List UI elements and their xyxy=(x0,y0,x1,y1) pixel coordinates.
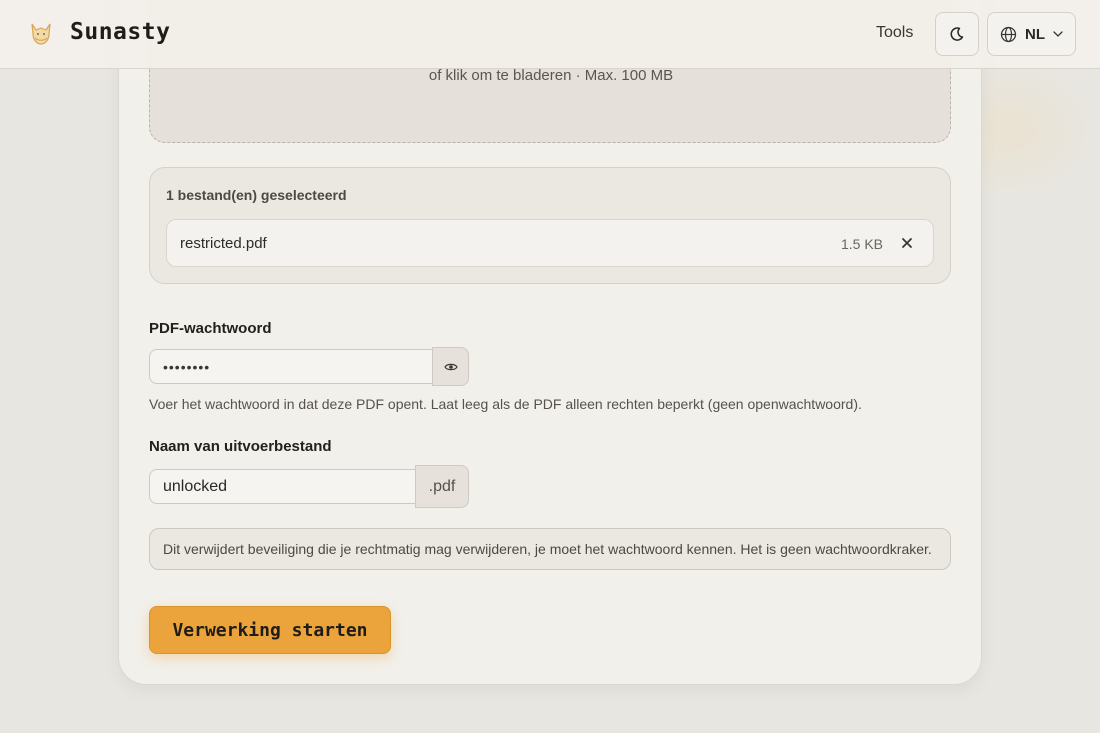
close-icon xyxy=(902,238,912,248)
start-processing-button[interactable]: Verwerking starten xyxy=(149,606,391,654)
language-code: NL xyxy=(1025,25,1045,43)
file-size: 1.5 KB xyxy=(840,236,883,252)
top-header: Sunasty Tools NL xyxy=(0,0,1100,69)
file-name: restricted.pdf xyxy=(180,235,267,252)
nav-tools-link[interactable]: Tools xyxy=(876,24,913,42)
theme-toggle-button[interactable] xyxy=(935,12,979,56)
globe-icon xyxy=(1000,26,1017,42)
moon-icon xyxy=(950,27,964,41)
show-password-button[interactable] xyxy=(432,347,469,386)
password-input[interactable]: •••••••• xyxy=(149,349,433,384)
eye-icon xyxy=(443,363,458,370)
fox-logo-icon xyxy=(31,23,51,45)
output-extension: .pdf xyxy=(415,465,469,508)
password-label: PDF-wachtwoord xyxy=(149,320,272,337)
chevron-down-icon xyxy=(1053,31,1063,37)
brand-name[interactable]: Sunasty xyxy=(70,19,170,45)
selected-files-panel: 1 bestand(en) geselecteerd restricted.pd… xyxy=(149,167,951,284)
password-hint: Voer het wachtwoord in dat deze PDF open… xyxy=(149,396,862,412)
dropzone-subtitle: of klik om te bladeren · Max. 100 MB xyxy=(428,67,674,84)
language-selector[interactable]: NL xyxy=(987,12,1076,56)
legal-notice: Dit verwijdert beveiliging die je rechtm… xyxy=(149,528,951,570)
output-name-input[interactable]: unlocked xyxy=(149,469,417,504)
files-count-label: 1 bestand(en) geselecteerd xyxy=(166,187,347,203)
output-name-label: Naam van uitvoerbestand xyxy=(149,438,332,455)
file-row: restricted.pdf 1.5 KB xyxy=(166,219,934,267)
remove-file-button[interactable] xyxy=(897,233,917,253)
